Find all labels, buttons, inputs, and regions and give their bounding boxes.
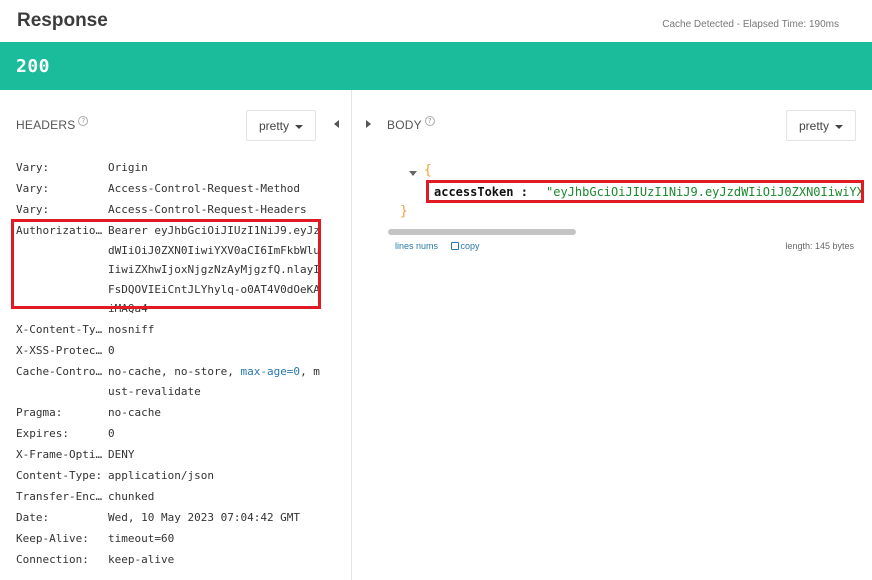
header-name: Pragma:: [16, 405, 63, 419]
header-name: Vary:: [16, 182, 50, 195]
chevron-down-icon: [835, 124, 844, 129]
header-name: Content-Type:: [16, 468, 103, 482]
header-row: Keep-Alive: timeout=60: [16, 529, 326, 549]
header-row: Vary: Access-Control-Request-Headers: [16, 200, 326, 220]
copy-button[interactable]: copy: [450, 241, 480, 251]
header-value: DENY: [108, 447, 135, 461]
page-title: Response: [17, 10, 108, 31]
json-value: "eyJhbGciOiJIUzI1NiJ9.eyJzdWIiOiJ0ZXN0Ii…: [546, 185, 864, 199]
headers-format-label: pretty: [259, 119, 290, 133]
headers-format-dropdown[interactable]: pretty: [246, 110, 317, 141]
header-value: Wed, 10 May 2023 07:04:42 GMT: [108, 510, 301, 524]
header-row: X-XSS-Protec… 0: [16, 341, 326, 361]
header-row: Expires: 0: [16, 424, 326, 444]
header-name: Cache-Contro…: [16, 365, 103, 378]
body-label: BODY?: [387, 116, 435, 132]
header-row: X-Frame-Opti… DENY: [16, 445, 326, 465]
header-value: Origin: [108, 161, 148, 174]
status-bar: 200: [0, 42, 872, 90]
header-row: Vary: Access-Control-Request-Method: [16, 179, 326, 199]
header-row: Cache-Contro… no-cache, no-store, max-age…: [16, 362, 326, 401]
header-name: Vary:: [16, 203, 50, 216]
body-length: length: 145 bytes: [785, 241, 854, 251]
collapse-right-icon[interactable]: [366, 120, 371, 128]
header-name: Transfer-Enc…: [16, 489, 103, 503]
header-row: Connection: keep-alive: [16, 550, 326, 570]
authorization-highlight-box: [11, 219, 321, 309]
elapsed-time-meta: Cache Detected - Elapsed Time: 190ms: [662, 19, 839, 30]
header-value: timeout=60: [108, 531, 175, 545]
json-key: accessToken :: [434, 185, 528, 199]
header-value: keep-alive: [108, 552, 175, 566]
copy-icon: [450, 242, 459, 250]
header-name: X-Content-Ty…: [16, 323, 103, 336]
header-row: Vary: Origin: [16, 158, 326, 178]
response-header: Response Cache Detected - Elapsed Time: …: [0, 0, 872, 42]
header-value: nosniff: [108, 323, 155, 336]
json-open-brace: {: [424, 163, 432, 178]
status-code: 200: [16, 56, 51, 77]
collapse-left-icon[interactable]: [334, 120, 339, 128]
headers-label-text: HEADERS: [16, 118, 76, 132]
body-pane: BODY? pretty { } lines nums copy length:…: [353, 90, 872, 580]
body-format-label: pretty: [799, 119, 830, 133]
collapse-toggle-icon[interactable]: [409, 171, 417, 176]
header-name: X-Frame-Opti…: [16, 447, 103, 461]
body-links: lines nums copy: [395, 241, 480, 251]
header-name: Date:: [16, 510, 50, 524]
copy-label: copy: [460, 241, 480, 251]
header-value: 0: [108, 426, 115, 440]
chevron-down-icon: [295, 124, 304, 129]
header-name: Vary:: [16, 161, 50, 174]
header-name: Keep-Alive:: [16, 531, 89, 545]
lines-nums-link[interactable]: lines nums: [395, 241, 438, 251]
header-value: Access-Control-Request-Headers: [108, 203, 307, 216]
headers-pane: HEADERS? pretty Vary: Origin Vary: Access-…: [0, 90, 352, 580]
body-label-text: BODY: [387, 118, 422, 132]
header-row: Transfer-Enc… chunked: [16, 487, 326, 507]
header-value-highlight: max-age=0: [240, 365, 301, 378]
header-name: Connection:: [16, 552, 89, 566]
header-value: chunked: [108, 489, 155, 503]
help-icon[interactable]: ?: [424, 116, 435, 126]
header-name: X-XSS-Protec…: [16, 344, 103, 357]
header-row: X-Content-Ty… nosniff: [16, 320, 326, 340]
header-row: Date: Wed, 10 May 2023 07:04:42 GMT: [16, 508, 326, 528]
access-token-highlight-box: accessToken : "eyJhbGciOiJIUzI1NiJ9.eyJz…: [426, 180, 864, 203]
body-format-dropdown[interactable]: pretty: [786, 110, 857, 141]
header-value: no-cache: [108, 405, 161, 419]
header-value: 0: [108, 344, 115, 357]
header-name: Expires:: [16, 426, 69, 440]
header-row: Pragma: no-cache: [16, 403, 326, 423]
help-icon[interactable]: ?: [78, 116, 89, 126]
header-value: Access-Control-Request-Method: [108, 182, 301, 195]
header-value: application/json: [108, 468, 214, 482]
header-value: no-cache, no-store, max-age=0, must-reva…: [108, 362, 326, 401]
json-close-brace: }: [400, 204, 408, 219]
horizontal-scrollbar[interactable]: [388, 229, 576, 235]
headers-label: HEADERS?: [16, 116, 89, 132]
header-row: Content-Type: application/json: [16, 466, 326, 486]
header-value-part: no-cache, no-store,: [108, 365, 241, 378]
